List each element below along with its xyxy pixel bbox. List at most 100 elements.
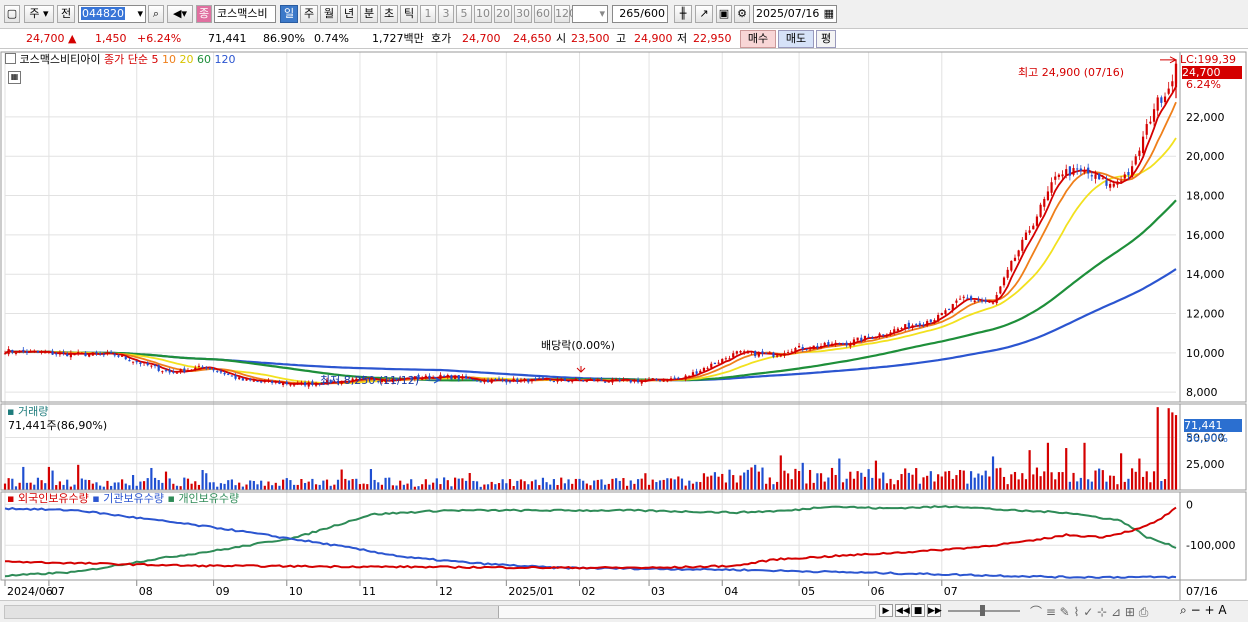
volume-bar <box>358 484 362 490</box>
volume-bar <box>1035 467 1039 490</box>
x-tick-label: 09 <box>216 585 230 598</box>
volume-bar <box>260 480 263 490</box>
window-menu-icon[interactable]: ▢ <box>4 5 20 23</box>
dividend-annotation: 배당락(0.00%) <box>541 339 615 352</box>
volume-bar <box>274 482 277 490</box>
candle-body <box>977 299 980 301</box>
volume-bar <box>3 483 7 490</box>
period-tab-minute[interactable]: 분 <box>360 5 378 23</box>
candle-body <box>688 375 691 377</box>
volume-bar <box>706 476 709 490</box>
quote-info-bar: 24,700 ▲ 1,450 +6.24% 71,441 86.90% 0.74… <box>0 29 1248 49</box>
period-tab-second[interactable]: 초 <box>380 5 398 23</box>
candle-body <box>812 345 815 350</box>
interval-1[interactable]: 1 <box>420 5 436 23</box>
table-icon[interactable]: ▦ <box>8 71 21 84</box>
period-tab-year[interactable]: 년 <box>340 5 358 23</box>
period-tab-month[interactable]: 월 <box>320 5 338 23</box>
chevron-down-icon[interactable]: ▾ <box>137 6 143 22</box>
interval-5[interactable]: 5 <box>456 5 472 23</box>
interval-60[interactable]: 60 <box>534 5 552 23</box>
count-field[interactable]: 265/600 <box>612 5 668 23</box>
speaker-icon[interactable]: ◀▾ <box>167 5 193 23</box>
volume-bar <box>432 482 435 490</box>
volume-bar <box>428 484 431 490</box>
candle-body <box>666 380 669 382</box>
scrollbar-thumb[interactable] <box>498 606 875 618</box>
zoom-out-icon[interactable]: − <box>1191 603 1201 617</box>
candle-body <box>754 351 757 357</box>
calendar-icon[interactable]: ▦ <box>824 6 834 22</box>
scroll-right-icon[interactable]: ▶ <box>879 604 893 617</box>
market-select[interactable]: 주 ▾ <box>24 5 54 23</box>
candle-body <box>227 373 230 375</box>
stop-icon[interactable]: ■ <box>911 604 925 617</box>
stock-code-input[interactable]: 044820 ▾ <box>78 5 146 23</box>
volume-bar <box>241 486 244 490</box>
period-tab-tick[interactable]: 틱 <box>400 5 418 23</box>
volume-bar <box>585 483 588 490</box>
date-field[interactable]: 2025/07/16 ▦ <box>753 5 837 23</box>
pane-menu-icon[interactable] <box>5 53 16 64</box>
price-axis-label: 22,000 <box>1186 111 1225 124</box>
trendline-icon[interactable]: ↗ <box>695 5 713 23</box>
volume-bar <box>560 477 563 490</box>
volume-bar <box>175 485 179 490</box>
period-tab-day[interactable]: 일 <box>280 5 298 23</box>
candle-body <box>25 351 29 353</box>
volume-bar <box>325 479 329 490</box>
volume-bar <box>1010 474 1013 490</box>
interval-custom-select[interactable]: ▾ <box>572 5 608 23</box>
toolbar: ▢ 주 ▾ 전 044820 ▾ ⌕ ◀▾ 종 코스맥스비 일 주 월 년 분 초… <box>0 0 1248 29</box>
zoom-in-icon[interactable]: + <box>1204 603 1214 617</box>
stock-chart[interactable]: 2024/0607 08 09 10 11 12 2025/01 02 03 04 05 06 078,… <box>0 50 1248 600</box>
candle-body <box>772 352 775 358</box>
volume-bar <box>329 485 332 490</box>
code-prefix-button[interactable]: 전 <box>57 5 75 23</box>
volume-bar <box>497 483 501 490</box>
buy-button[interactable]: 매수 <box>740 30 776 48</box>
volume-ratio: 86.90% <box>263 32 305 45</box>
zoom-slider-handle[interactable] <box>980 605 985 616</box>
price-change-pct: +6.24% <box>137 32 182 45</box>
volume-bar <box>717 476 720 490</box>
period-tab-week[interactable]: 주 <box>300 5 318 23</box>
candle-body <box>593 378 596 382</box>
candle-body <box>483 380 486 383</box>
font-size-icon[interactable]: A <box>1218 603 1226 617</box>
candle-body <box>863 335 867 341</box>
volume-bar <box>164 471 168 490</box>
interval-20[interactable]: 20 <box>494 5 512 23</box>
candle-body <box>797 345 801 348</box>
gear-icon[interactable]: ⚙ <box>734 5 750 23</box>
volume-bar <box>18 482 21 490</box>
candle-body <box>128 360 131 362</box>
scroll-first-icon[interactable]: ◀◀ <box>895 604 910 617</box>
volume-bar <box>131 475 135 490</box>
candle-body <box>926 321 929 326</box>
interval-3[interactable]: 3 <box>438 5 454 23</box>
search-icon[interactable]: ⌕ <box>148 5 164 23</box>
price-axis-label: 8,000 <box>1186 386 1218 399</box>
volume-bar <box>816 473 819 490</box>
interval-30[interactable]: 30 <box>514 5 532 23</box>
zoom-search-icon[interactable]: ⌕ <box>1180 603 1187 617</box>
volume-bar <box>446 480 449 490</box>
horizontal-scrollbar[interactable] <box>4 605 876 619</box>
volume-bar <box>7 478 10 490</box>
sell-button[interactable]: 매도 <box>778 30 814 48</box>
volume-bar <box>918 483 921 490</box>
eval-button[interactable]: 평 <box>816 30 836 48</box>
volume-bar <box>801 462 804 490</box>
volume-bar <box>1163 479 1167 490</box>
high-annotation: 최고 24,900 (07/16) <box>1018 66 1125 79</box>
save-icon[interactable]: ▣ <box>716 5 732 23</box>
volume-bar <box>336 479 340 490</box>
interval-120[interactable]: 120 <box>554 5 576 23</box>
scroll-last-icon[interactable]: ▶▶ <box>927 604 942 617</box>
drawing-tools-icon[interactable]: ⌒ ≡ ✎ ⌇ ✓ ⊹ ⊿ ⊞ ⎙ <box>1030 603 1148 620</box>
candle-body <box>450 375 453 380</box>
candle-icon[interactable]: ╫ <box>674 5 692 23</box>
volume-bar <box>984 470 987 490</box>
interval-10[interactable]: 10 <box>474 5 492 23</box>
